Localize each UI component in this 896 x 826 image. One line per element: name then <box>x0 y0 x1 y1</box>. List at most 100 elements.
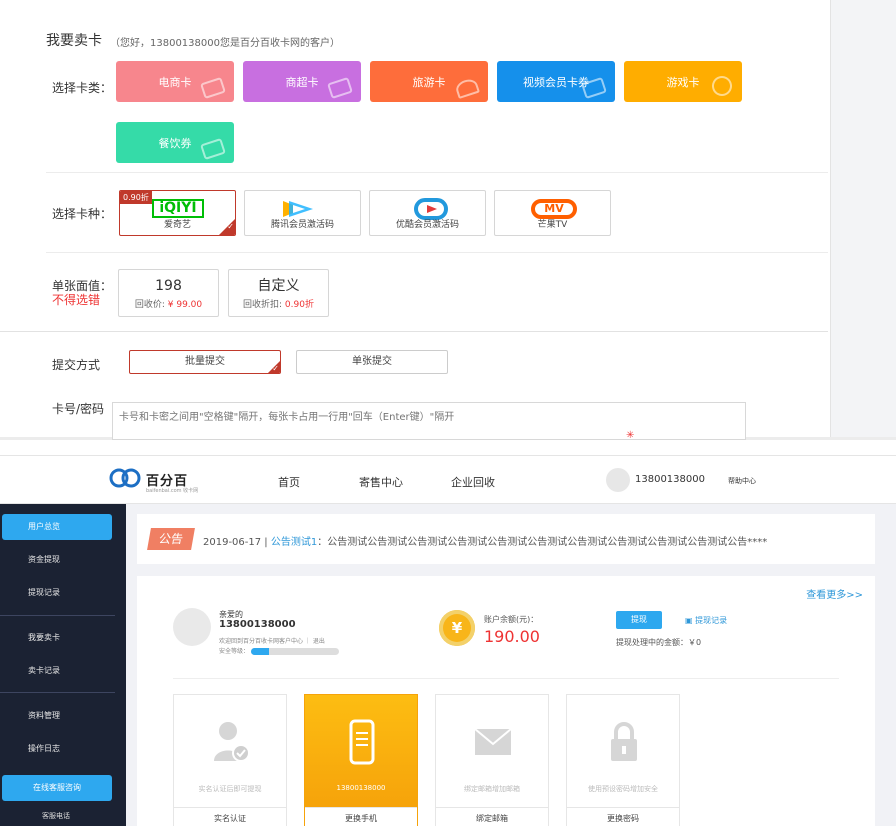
security-level-fill <box>251 648 269 655</box>
balance-value: 190.00 <box>484 627 540 646</box>
category-supermarket-card[interactable]: 商超卡 <box>243 61 361 102</box>
phone-icon <box>349 719 375 765</box>
selected-check-icon <box>268 361 280 373</box>
sidebar-item-operation-log[interactable]: 操作日志 <box>0 736 126 762</box>
sidebar: 用户总览 资金提现 提现记录 我要卖卡 卖卡记录 资料管理 操作日志 在线客服咨… <box>0 504 126 826</box>
category-label: 选择卡类： <box>52 81 113 95</box>
tile-action: 实名认证 <box>174 807 286 826</box>
top-navbar: 百分百 baifenbai.com 收卡网 首页 寄售中心 企业回收 13800… <box>0 456 896 504</box>
sidebar-item-overview[interactable]: 用户总览 <box>2 514 112 540</box>
category-ecommerce-card[interactable]: 电商卡 <box>116 61 234 102</box>
brand-logo-icon[interactable] <box>108 467 142 489</box>
user-dashboard: 百分百 baifenbai.com 收卡网 首页 寄售中心 企业回收 13800… <box>0 455 896 826</box>
single-submit-button[interactable]: 单张提交 <box>296 350 448 374</box>
value-amount: 自定义 <box>257 278 300 294</box>
user-verified-icon <box>214 722 250 762</box>
iqiyi-logo-icon: iQIYI <box>152 199 204 218</box>
gift-card-icon <box>200 76 226 100</box>
panel-divider <box>173 678 839 679</box>
tile-real-name-auth[interactable]: 实名认证后即可提现 实名认证 <box>173 694 287 826</box>
cup-card-icon <box>200 137 226 161</box>
pacman-icon <box>709 73 735 99</box>
section-divider <box>46 172 828 173</box>
selected-check-icon <box>219 219 235 235</box>
balance-label: 账户余额(元)： <box>484 615 539 624</box>
right-gutter <box>830 0 896 440</box>
withdraw-records-link[interactable]: ▣ 提现记录 <box>685 615 727 626</box>
sidebar-item-sell-records[interactable]: 卖卡记录 <box>0 658 126 684</box>
tile-hint: 实名认证后即可提现 <box>198 785 262 793</box>
mango-tv-logo-icon: MV <box>531 199 577 219</box>
sidebar-divider <box>0 615 115 616</box>
notice-text: 2019-06-17 | 公告测试1：公告测试公告测试公告测试公告测试公告测试公… <box>203 537 768 548</box>
type-name: 腾讯会员激活码 <box>270 220 334 230</box>
tile-action: 更换密码 <box>567 807 679 826</box>
type-tencent-card[interactable]: 腾讯会员激活码 <box>244 190 361 236</box>
loading-spark-icon: ✳ <box>626 430 635 440</box>
sidebar-item-withdraw[interactable]: 资金提现 <box>0 547 126 573</box>
tencent-video-logo-icon <box>283 201 313 217</box>
notice-title-link[interactable]: 公告测试1 <box>271 537 317 548</box>
mail-icon <box>474 728 512 755</box>
type-mango-card[interactable]: MV 芒果TV <box>494 190 611 236</box>
tile-hint: 使用预设密码增加安全 <box>588 785 658 793</box>
withdraw-button[interactable]: 提现 <box>616 611 662 629</box>
view-more-link[interactable]: 查看更多>> <box>806 586 863 601</box>
category-label-text: 电商卡 <box>158 75 192 89</box>
type-label: 选择卡种： <box>52 207 113 221</box>
value-option-custom[interactable]: 自定义 回收折扣: 0.90折 <box>228 269 329 317</box>
brand-subtitle: baifenbai.com 收卡网 <box>146 488 199 494</box>
category-label-text: 餐饮券 <box>158 136 192 150</box>
pending-withdraw-amount: 提现处理中的金额：￥0 <box>616 638 702 647</box>
service-hotline-label: 客服电话 <box>42 812 70 820</box>
online-service-button[interactable]: 在线客服咨询 <box>2 775 112 801</box>
nav-consignment-center[interactable]: 寄售中心 <box>359 474 403 490</box>
sidebar-divider <box>0 692 115 693</box>
discount-badge: 0.90折 <box>120 191 152 204</box>
lock-icon <box>611 722 637 761</box>
card-password-input[interactable] <box>112 402 746 440</box>
overview-panel: 查看更多>> 亲爱的 13800138000 欢迎回到百分百收卡网客户中心 ｜ … <box>137 576 875 826</box>
sidebar-item-profile[interactable]: 资料管理 <box>0 703 126 729</box>
sidebar-item-sell-card[interactable]: 我要卖卡 <box>0 625 126 651</box>
user-avatar-icon[interactable] <box>606 468 630 492</box>
type-name: 优酷会员激活码 <box>395 220 459 230</box>
nav-enterprise-recycle[interactable]: 企业回收 <box>451 474 495 490</box>
type-name: 芒果TV <box>537 220 568 230</box>
card-input-label: 卡号/密码 <box>52 402 105 416</box>
batch-submit-button[interactable]: 批量提交 <box>129 350 281 374</box>
sidebar-item-withdraw-records[interactable]: 提现记录 <box>0 580 126 606</box>
notice-bar: 公告 2019-06-17 | 公告测试1：公告测试公告测试公告测试公告测试公告… <box>137 514 875 564</box>
cart-card-icon <box>327 76 353 100</box>
category-game-card[interactable]: 游戏卡 <box>624 61 742 102</box>
coin-icon: ¥ <box>439 610 475 646</box>
top-user-phone[interactable]: 13800138000 <box>635 474 705 485</box>
type-youku-card[interactable]: 优酷会员激活码 <box>369 190 486 236</box>
tile-bind-email[interactable]: 绑定邮箱增加邮箱 绑定邮箱 <box>435 694 549 826</box>
type-iqiyi-card[interactable]: 0.90折 iQIYI 爱奇艺 <box>119 190 236 236</box>
value-recycle-price: 回收价: ¥ 99.00 <box>134 300 203 310</box>
help-center-link[interactable]: 帮助中心 <box>728 476 756 486</box>
security-level-label: 安全等级： <box>219 648 250 655</box>
tile-change-phone[interactable]: 13800138000 更换手机 <box>304 694 418 826</box>
category-label-text: 旅游卡 <box>412 75 446 89</box>
tile-hint: 绑定邮箱增加邮箱 <box>464 785 520 793</box>
value-option-198[interactable]: 198 回收价: ¥ 99.00 <box>118 269 219 317</box>
section-divider <box>0 331 828 332</box>
security-level-bar <box>251 648 339 655</box>
calendar-icon: ▣ <box>685 616 696 625</box>
sell-subtitle: （您好，13800138000您是百分百收卡网的客户） <box>110 38 340 49</box>
nav-home[interactable]: 首页 <box>278 474 300 490</box>
category-travel-card[interactable]: 旅游卡 <box>370 61 488 102</box>
profile-phone: 13800138000 <box>219 619 296 630</box>
category-video-member-card[interactable]: 视频会员卡券 <box>497 61 615 102</box>
tile-hint: 13800138000 <box>336 784 386 792</box>
profile-welcome-logout[interactable]: 欢迎回到百分百收卡网客户中心 ｜ 退出 <box>219 636 325 645</box>
tile-action: 更换手机 <box>305 807 417 826</box>
submit-mode-label: 提交方式 <box>52 358 101 372</box>
value-recycle-discount: 回收折扣: 0.90折 <box>243 300 314 310</box>
section-divider <box>46 252 828 253</box>
notice-badge: 公告 <box>147 528 195 550</box>
category-dining-voucher[interactable]: 餐饮券 <box>116 122 234 163</box>
tile-change-password[interactable]: 使用预设密码增加安全 更换密码 <box>566 694 680 826</box>
